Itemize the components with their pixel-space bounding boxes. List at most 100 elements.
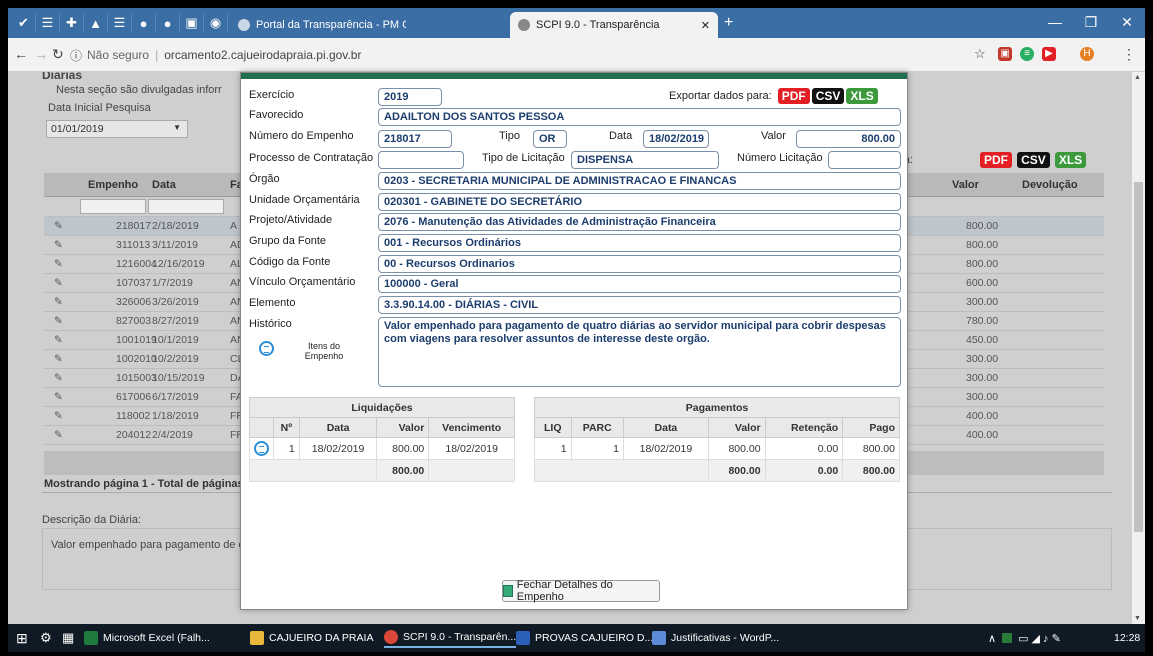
edit-icon[interactable]: ✎: [54, 372, 63, 384]
list-icon[interactable]: [254, 441, 269, 456]
menu-icon[interactable]: ⋮: [1122, 46, 1136, 63]
address-bar-row: ← → ↻ ⓘ Não seguro | orcamento2.cajueiro…: [8, 38, 1145, 72]
chrome-icon: [384, 630, 398, 644]
extension-icon[interactable]: ▶: [1042, 47, 1056, 61]
taskbar-item-chrome[interactable]: SCPI 9.0 - Transparên...: [384, 628, 517, 648]
edit-icon[interactable]: ✎: [54, 410, 63, 422]
elemento-field[interactable]: 3.3.90.14.00 - DIÁRIAS - CIVIL: [378, 296, 901, 314]
exercicio-field[interactable]: 2019: [378, 88, 442, 106]
export-pdf-button[interactable]: PDF: [980, 152, 1012, 168]
cell-valor: 300.00: [966, 372, 999, 384]
url-field[interactable]: ⓘ Não seguro | orcamento2.cajueirodaprai…: [70, 43, 970, 67]
processo-field[interactable]: [378, 151, 464, 169]
historico-field[interactable]: Valor empenhado para pagamento de quatro…: [378, 317, 901, 387]
scroll-down-icon[interactable]: ▼: [1134, 615, 1141, 622]
extension-icon[interactable]: ▣: [998, 47, 1012, 61]
vinculo-field[interactable]: 100000 - Geral: [378, 275, 901, 293]
section-intro: Nesta seção são divulgadas inforr: [56, 84, 222, 96]
page-scrollbar[interactable]: ▲ ▼: [1132, 72, 1145, 624]
tipo-field[interactable]: OR: [533, 130, 567, 148]
filter-input[interactable]: [148, 199, 224, 214]
edit-icon[interactable]: ✎: [54, 334, 63, 346]
url-text: orcamento2.cajueirodapraia.pi.gov.br: [164, 48, 362, 62]
pinned-tab-icon[interactable]: ☰: [108, 13, 132, 33]
cell-valor: 800.00: [966, 239, 999, 251]
edit-icon[interactable]: ✎: [54, 220, 63, 232]
tab-scpi[interactable]: SCPI 9.0 - Transparência ✕: [510, 12, 718, 38]
edit-icon[interactable]: ✎: [54, 429, 63, 441]
projeto-field[interactable]: 2076 - Manutenção das Atividades de Admi…: [378, 213, 901, 231]
unidade-field[interactable]: 020301 - GABINETE DO SECRETÁRIO: [378, 193, 901, 211]
filter-input[interactable]: [80, 199, 146, 214]
star-icon[interactable]: ☆: [974, 46, 986, 62]
pinned-tab-icon[interactable]: ●: [156, 13, 180, 33]
info-icon: ⓘ: [70, 48, 83, 63]
clock[interactable]: 12:28: [1114, 628, 1140, 648]
minimize-button[interactable]: —: [1040, 14, 1070, 30]
codigo-fonte-field[interactable]: 00 - Recursos Ordinarios: [378, 255, 901, 273]
empenho-details-modal: Exercício 2019 Exportar dados para: PDF …: [240, 72, 908, 610]
extension-icon[interactable]: ≡: [1020, 47, 1034, 61]
pinned-tab-icon[interactable]: ☰: [36, 13, 60, 33]
edit-icon[interactable]: ✎: [54, 277, 63, 289]
pinned-tab-icon[interactable]: ●: [132, 13, 156, 33]
numero-licitacao-field[interactable]: [828, 151, 901, 169]
edit-icon[interactable]: ✎: [54, 391, 63, 403]
profile-avatar[interactable]: H: [1080, 47, 1094, 61]
close-icon[interactable]: ✕: [695, 19, 710, 32]
calculator-icon[interactable]: ▦: [62, 628, 74, 648]
system-tray[interactable]: ∧ ▭ ◢ ♪ ✎: [988, 628, 1061, 648]
grupo-fonte-field[interactable]: 001 - Recursos Ordinários: [378, 234, 901, 252]
edit-icon[interactable]: ✎: [54, 296, 63, 308]
pagamentos-title: Pagamentos: [534, 397, 900, 418]
pinned-tab-icon[interactable]: ◉: [204, 13, 228, 33]
globe-icon: [518, 19, 530, 31]
export-csv-button[interactable]: CSV: [1017, 152, 1050, 168]
itens-empenho-button[interactable]: [259, 341, 274, 356]
data-field[interactable]: 18/02/2019: [643, 130, 709, 148]
tipo-licitacao-field[interactable]: DISPENSA: [571, 151, 719, 169]
export-xls-button[interactable]: XLS: [846, 88, 878, 104]
cell-valor: 300.00: [966, 296, 999, 308]
valor-field[interactable]: 800.00: [796, 130, 901, 148]
maximize-button[interactable]: ❐: [1076, 14, 1106, 31]
numero-empenho-field[interactable]: 218017: [378, 130, 452, 148]
table-row[interactable]: 1 1 18/02/2019 800.00 0.00 800.00: [534, 437, 900, 460]
taskbar-item-folder[interactable]: CAJUEIRO DA PRAIA: [250, 628, 373, 648]
taskbar-item-wps[interactable]: PROVAS CAJUEIRO D...: [516, 628, 653, 648]
cell-data: 3/11/2019: [152, 239, 198, 251]
scroll-thumb[interactable]: [1134, 182, 1143, 532]
taskbar-item-wordpad[interactable]: Justificativas - WordP...: [652, 628, 779, 648]
export-xls-button[interactable]: XLS: [1054, 152, 1087, 168]
export-bar: Exportar dados para: PDF CSV XLS: [669, 88, 878, 104]
pinned-tab-icon[interactable]: ✚: [60, 13, 84, 33]
table-row[interactable]: 1 18/02/2019 800.00 18/02/2019: [249, 437, 515, 460]
scroll-up-icon[interactable]: ▲: [1134, 74, 1141, 81]
export-pdf-button[interactable]: PDF: [777, 88, 810, 104]
edit-icon[interactable]: ✎: [54, 239, 63, 251]
reload-icon[interactable]: ↻: [52, 46, 64, 63]
pinned-tab-icon[interactable]: ▲: [84, 13, 108, 33]
export-csv-button[interactable]: CSV: [811, 88, 845, 104]
back-icon[interactable]: ←: [14, 46, 28, 62]
forward-icon[interactable]: →: [34, 46, 48, 62]
edit-icon[interactable]: ✎: [54, 353, 63, 365]
taskbar-item-excel[interactable]: Microsoft Excel (Falh...: [84, 628, 210, 648]
screen: ✔ ☰ ✚ ▲ ☰ ● ● ▣ ◉ Portal da Transparênci…: [0, 0, 1153, 656]
orgao-field[interactable]: 0203 - SECRETARIA MUNICIPAL DE ADMINISTR…: [378, 172, 901, 190]
cell-valor: 450.00: [966, 334, 999, 346]
tab-portal-transparencia[interactable]: Portal da Transparência - PM Caj ✕: [230, 12, 406, 38]
windows-start-icon[interactable]: ⊞: [16, 628, 28, 648]
favorecido-field[interactable]: ADAILTON DOS SANTOS PESSOA: [378, 108, 901, 126]
close-details-button[interactable]: Fechar Detalhes do Empenho: [502, 579, 660, 603]
pinned-tab-icon[interactable]: ✔: [12, 13, 36, 33]
edit-icon[interactable]: ✎: [54, 258, 63, 270]
edit-icon[interactable]: ✎: [54, 315, 63, 327]
cell-valor: 300.00: [966, 353, 999, 365]
close-window-button[interactable]: ✕: [1112, 14, 1142, 31]
pinned-tab-icon[interactable]: ▣: [180, 13, 204, 33]
settings-icon[interactable]: ⚙: [40, 628, 52, 648]
new-tab-button[interactable]: +: [724, 14, 733, 32]
date-select[interactable]: 01/01/2019 ▼: [46, 120, 188, 138]
cell-valor: 400.00: [966, 429, 999, 441]
